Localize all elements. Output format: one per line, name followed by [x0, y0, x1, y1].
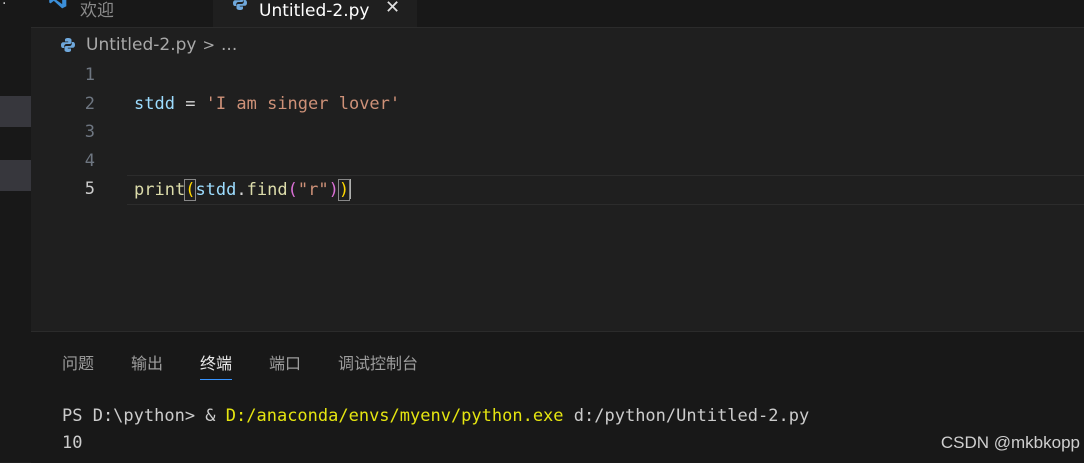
line-number-active: 5: [84, 179, 95, 199]
token-paren: (: [287, 180, 298, 200]
line-number: 1: [84, 65, 95, 85]
code-line-5[interactable]: print(stdd.find("r")): [134, 179, 352, 201]
tab-welcome[interactable]: 欢迎: [43, 0, 213, 27]
token-operator: =: [174, 94, 206, 114]
terminal-exe: D:/anaconda/envs/myenv/python.exe: [225, 406, 564, 426]
token-string: "r": [297, 180, 329, 200]
chevron-right-icon: >: [202, 36, 216, 54]
code-editor[interactable]: 1 2 3 4 5 stdd = 'I am singer lover' pri…: [31, 60, 1084, 330]
terminal-output: 10: [62, 433, 83, 453]
activity-item[interactable]: [0, 160, 31, 191]
bottom-panel: 问题 输出 终端 端口 调试控制台 PS D:\python> & D:/ana…: [31, 331, 1084, 463]
tab-untitled-2-label: Untitled-2.py: [259, 1, 370, 21]
token-variable: stdd: [134, 94, 175, 114]
tab-terminal[interactable]: 终端: [200, 350, 233, 380]
python-icon: [61, 38, 75, 52]
vscode-icon: [49, 0, 67, 9]
activity-item-selected[interactable]: [0, 96, 31, 127]
token-string: 'I am singer lover': [205, 94, 401, 114]
tab-bar: 欢迎 Untitled-2.py ✕: [31, 0, 1084, 28]
tab-ports[interactable]: 端口: [269, 350, 301, 374]
line-number: 4: [84, 151, 95, 171]
terminal-command-line[interactable]: PS D:\python> & D:/anaconda/envs/myenv/p…: [62, 406, 809, 426]
breadcrumb: Untitled-2.py > ...: [60, 34, 237, 56]
code-line-2[interactable]: stdd = 'I am singer lover': [134, 94, 400, 114]
line-number: 2: [84, 94, 95, 114]
terminal-arg: d:/python/Untitled-2.py: [563, 406, 810, 426]
breadcrumb-more[interactable]: ...: [221, 35, 237, 55]
terminal-prompt: PS D:\python>: [62, 406, 206, 426]
more-icon[interactable]: ·: [2, 0, 6, 12]
tab-welcome-label: 欢迎: [80, 1, 114, 21]
token-function: find: [246, 180, 288, 200]
text-cursor: [349, 179, 352, 199]
line-number: 3: [84, 122, 95, 142]
tab-debug-console[interactable]: 调试控制台: [338, 350, 418, 374]
activity-bar: ·: [0, 0, 31, 462]
token-paren: ): [337, 179, 351, 201]
python-icon: [233, 0, 247, 10]
breadcrumb-file[interactable]: Untitled-2.py: [86, 35, 196, 55]
terminal-amp: &: [205, 406, 226, 426]
token-dot: .: [236, 180, 247, 200]
tab-problems[interactable]: 问题: [62, 350, 94, 374]
tab-output[interactable]: 输出: [131, 350, 163, 374]
token-function: print: [134, 180, 186, 200]
token-variable: stdd: [195, 180, 237, 200]
close-icon[interactable]: ✕: [385, 0, 400, 18]
tab-untitled-2[interactable]: Untitled-2.py ✕: [213, 0, 417, 27]
watermark: CSDN @mkbkopp: [940, 433, 1080, 452]
token-paren: (: [184, 179, 197, 201]
token-paren: ): [328, 180, 339, 200]
